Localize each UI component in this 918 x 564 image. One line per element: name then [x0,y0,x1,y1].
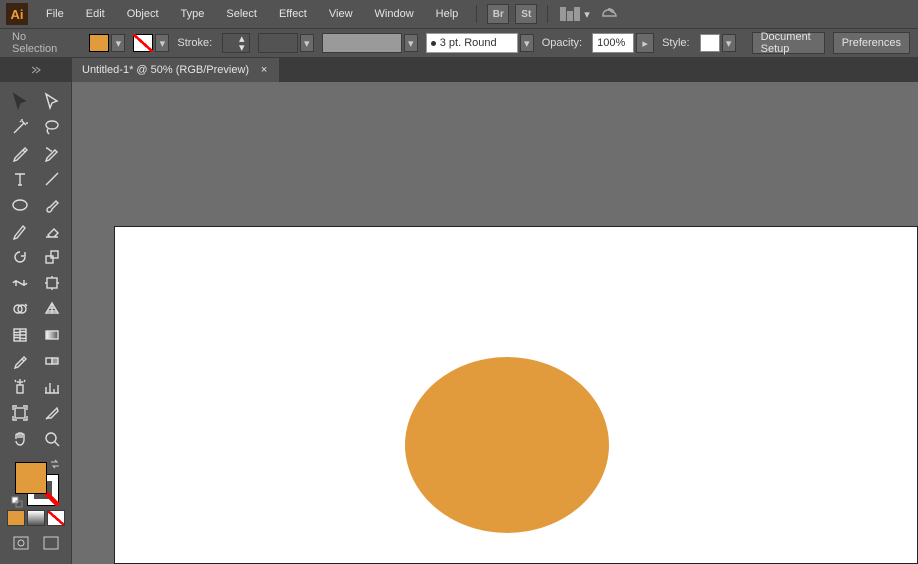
type-tool[interactable] [4,166,36,192]
style-label: Style: [662,37,690,49]
opacity-dropdown[interactable]: ▸ [636,33,654,53]
canvas-area[interactable] [72,82,918,564]
gradient-mode-button[interactable] [27,510,45,526]
lasso-tool[interactable] [36,114,68,140]
ellipse-shape[interactable] [405,357,609,533]
separator [476,5,477,23]
tab-strip: Untitled-1* @ 50% (RGB/Preview) × [0,58,918,82]
menu-select[interactable]: Select [216,4,267,24]
menu-type[interactable]: Type [171,4,215,24]
magic-wand-tool[interactable] [4,114,36,140]
fill-dropdown[interactable]: ▾ [111,34,125,52]
sync-icon[interactable] [600,5,620,24]
color-mode-row [7,510,65,526]
perspective-grid-tool[interactable] [36,296,68,322]
graphic-style-dropdown[interactable]: ▾ [722,34,736,52]
shape-builder-tool[interactable] [4,296,36,322]
none-mode-button[interactable] [47,510,65,526]
gradient-tool[interactable] [36,322,68,348]
rotate-tool[interactable] [4,244,36,270]
free-transform-tool[interactable] [36,270,68,296]
chevron-down-icon: ▾ [408,37,414,50]
menu-effect[interactable]: Effect [269,4,317,24]
chevron-down-icon: ▾ [160,37,166,50]
opacity-label: Opacity: [542,37,582,49]
menu-window[interactable]: Window [365,4,424,24]
drawing-mode-button[interactable] [8,532,34,554]
opacity-input[interactable]: 100% [592,33,634,53]
tools-header[interactable] [0,58,72,82]
document-tab[interactable]: Untitled-1* @ 50% (RGB/Preview) × [72,58,279,82]
menu-view[interactable]: View [319,4,363,24]
scale-tool[interactable] [36,244,68,270]
graphic-style-swatch[interactable] [700,34,720,52]
ellipse-tool[interactable] [4,192,36,218]
chevron-down-icon: ▾ [726,37,732,50]
paintbrush-tool[interactable] [36,192,68,218]
eyedropper-tool[interactable] [4,348,36,374]
profile-dropdown[interactable]: ▾ [520,34,534,52]
brush-def-dropdown[interactable]: ▾ [404,34,418,52]
curvature-tool[interactable] [36,140,68,166]
screen-mode-button[interactable] [38,532,64,554]
chevron-down-icon: ▾ [116,37,122,50]
brush-picker[interactable] [258,33,298,53]
workspace-icon [560,7,580,21]
column-graph-tool[interactable] [36,374,68,400]
menu-file[interactable]: File [36,4,74,24]
selection-status: No Selection [8,31,61,55]
profile-value: 3 pt. Round [440,37,497,49]
slice-tool[interactable] [36,400,68,426]
document-setup-button[interactable]: Document Setup [752,32,825,54]
direct-selection-tool[interactable] [36,88,68,114]
bridge-button[interactable]: Br [487,4,509,24]
line-tool[interactable] [36,166,68,192]
stroke-label: Stroke: [177,37,212,49]
collapse-icon [31,66,41,74]
close-tab-button[interactable]: × [259,65,269,75]
menu-object[interactable]: Object [117,4,169,24]
brush-dropdown[interactable]: ▾ [300,34,314,52]
app-logo-icon: Ai [6,3,28,25]
separator [547,5,548,23]
fill-stroke-indicator [11,458,61,508]
menu-help[interactable]: Help [426,4,469,24]
mesh-tool[interactable] [4,322,36,348]
eraser-tool[interactable] [36,218,68,244]
stock-button[interactable]: St [515,4,537,24]
width-tool[interactable] [4,270,36,296]
swap-fill-stroke-button[interactable] [49,458,61,470]
variable-width-profile[interactable]: 3 pt. Round [426,33,518,53]
brush-definition[interactable] [322,33,402,53]
pen-tool[interactable] [4,140,36,166]
chevron-down-icon: ▾ [524,37,530,50]
default-fill-stroke-button[interactable] [11,496,23,508]
preferences-button[interactable]: Preferences [833,32,910,54]
artboard[interactable] [114,226,918,564]
artboard-tool[interactable] [4,400,36,426]
profile-icon [431,41,436,46]
chevron-right-icon: ▸ [642,37,648,50]
stepper-icon: ▴▾ [237,35,247,52]
workspace-switcher[interactable]: ▾ [560,7,590,21]
tools-panel [0,82,72,564]
blend-tool[interactable] [36,348,68,374]
stroke-dropdown[interactable]: ▾ [155,34,169,52]
color-mode-button[interactable] [7,510,25,526]
hand-tool[interactable] [4,426,36,452]
symbol-sprayer-tool[interactable] [4,374,36,400]
zoom-tool[interactable] [36,426,68,452]
selection-tool[interactable] [4,88,36,114]
stroke-weight-input[interactable]: ▴▾ [222,33,250,53]
chevron-down-icon: ▾ [304,37,310,50]
stroke-swatch[interactable] [133,34,153,52]
tab-title: Untitled-1* @ 50% (RGB/Preview) [82,64,249,76]
menu-bar: Ai File Edit Object Type Select Effect V… [0,0,918,28]
chevron-down-icon: ▾ [584,8,590,21]
fill-color-box[interactable] [15,462,47,494]
fill-swatch[interactable] [89,34,109,52]
menu-edit[interactable]: Edit [76,4,115,24]
pencil-tool[interactable] [4,218,36,244]
control-bar: No Selection ▾ ▾ Stroke: ▴▾ ▾ ▾ 3 pt. Ro… [0,28,918,58]
